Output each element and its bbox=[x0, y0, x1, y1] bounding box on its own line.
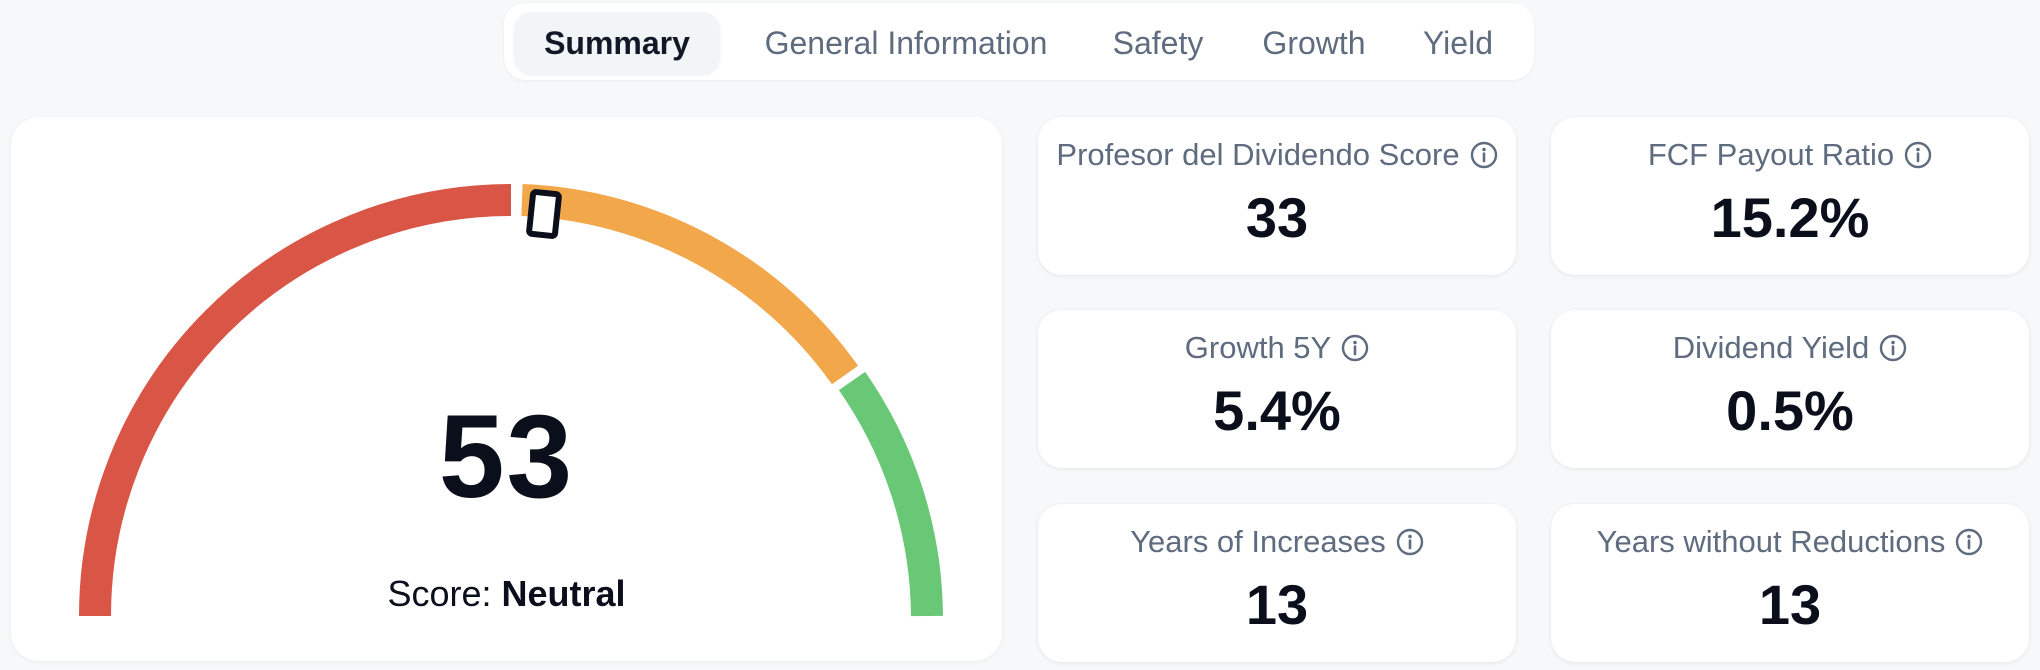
info-circle-icon[interactable] bbox=[1879, 334, 1907, 362]
tab-yield[interactable]: Yield bbox=[1404, 12, 1512, 74]
score-rating: Score: Neutral bbox=[11, 573, 1002, 615]
metric-header: Years of Increases bbox=[1032, 524, 1522, 560]
metric-value: 33 bbox=[1245, 186, 1309, 249]
info-circle-icon[interactable] bbox=[1955, 528, 1983, 556]
metric-header: Dividend Yield bbox=[1545, 330, 2035, 366]
metric-card-fcf-payout-ratio: FCF Payout Ratio 15.2% bbox=[1551, 117, 2029, 275]
score-rating-value: Neutral bbox=[501, 573, 626, 614]
metric-header: Years without Reductions bbox=[1545, 524, 2035, 560]
metric-card-dividend-yield: Dividend Yield 0.5% bbox=[1551, 310, 2029, 468]
tab-summary[interactable]: Summary bbox=[514, 12, 720, 74]
metric-label: Profesor del Dividendo Score bbox=[1056, 137, 1460, 172]
metric-card-years-of-increases: Years of Increases 13 bbox=[1038, 504, 1516, 662]
metric-card-years-without-reductions: Years without Reductions 13 bbox=[1551, 504, 2029, 662]
info-circle-icon[interactable] bbox=[1396, 528, 1424, 556]
score-rating-prefix: Score: bbox=[387, 573, 492, 614]
metric-label: Dividend Yield bbox=[1672, 330, 1870, 365]
metric-label: Years without Reductions bbox=[1596, 524, 1946, 559]
metric-value: 13 bbox=[1758, 573, 1822, 636]
tab-general-information[interactable]: General Information bbox=[732, 12, 1080, 74]
score-gauge-card: 53 Score: Neutral bbox=[11, 117, 1002, 661]
info-circle-icon[interactable] bbox=[1904, 141, 1932, 169]
metric-header: FCF Payout Ratio bbox=[1545, 137, 2035, 173]
gauge-segment-mid bbox=[521, 184, 859, 385]
tab-growth[interactable]: Growth bbox=[1244, 12, 1384, 74]
metric-card-professor-score: Profesor del Dividendo Score 33 bbox=[1038, 117, 1516, 275]
tab-safety[interactable]: Safety bbox=[1096, 12, 1220, 74]
metric-label: Years of Increases bbox=[1130, 524, 1386, 559]
gauge-needle-marker bbox=[526, 189, 562, 239]
metric-value: 0.5% bbox=[1726, 379, 1854, 442]
metric-value: 13 bbox=[1245, 573, 1309, 636]
score-value: 53 bbox=[438, 391, 575, 523]
tab-bar: Summary General Information Safety Growt… bbox=[504, 3, 1534, 80]
info-circle-icon[interactable] bbox=[1341, 334, 1369, 362]
metric-header: Profesor del Dividendo Score bbox=[1032, 137, 1522, 173]
metric-value: 15.2% bbox=[1710, 186, 1870, 249]
metric-label: Growth 5Y bbox=[1184, 330, 1332, 365]
metric-value: 5.4% bbox=[1213, 379, 1341, 442]
metric-card-growth-5y: Growth 5Y 5.4% bbox=[1038, 310, 1516, 468]
metric-label: FCF Payout Ratio bbox=[1647, 137, 1895, 172]
info-circle-icon[interactable] bbox=[1470, 141, 1498, 169]
metric-header: Growth 5Y bbox=[1032, 330, 1522, 366]
